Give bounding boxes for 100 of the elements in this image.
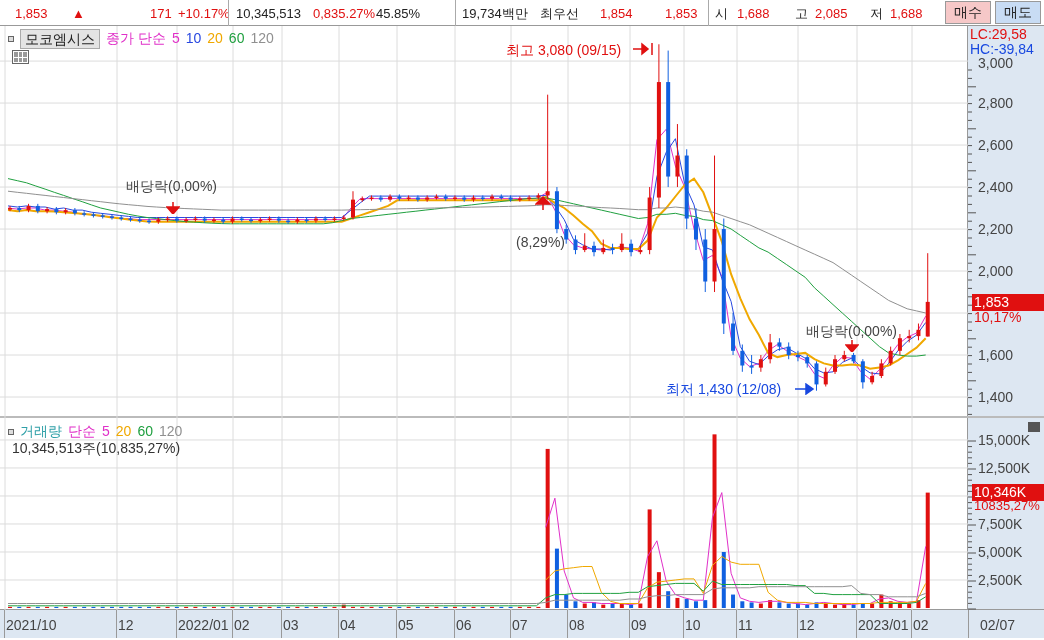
candlestick [545,94,550,201]
legend-toggle-icon[interactable] [8,35,14,42]
volume-tag: 10,346K [972,484,1044,501]
axis-label: 15,000K [978,431,1031,448]
legend-label: 60 [137,422,153,441]
axis-label: 2023/01 [858,616,909,635]
legend-label: 60 [228,29,245,48]
candlestick [814,360,819,392]
bar [629,604,634,608]
candlestick [619,232,624,253]
quote-value: 1,688 [890,5,923,23]
bar [573,601,578,608]
legend-label: 단순 [68,422,96,441]
bar [925,492,930,608]
candlestick [350,190,355,221]
symbol-button[interactable]: 모코엠시스 [20,28,100,49]
candlestick [833,354,838,375]
bar [721,551,726,608]
axis-label: 12,500K [978,459,1031,476]
quote-label: 45.85% [376,5,421,23]
annotation-label: 최저 1,430 (12/08) [665,380,783,399]
axis-label: 12 [118,616,134,635]
axis-label: 10 [685,616,701,635]
legend-toggle-icon[interactable] [8,428,14,435]
axis-label: 2,600 [978,137,1014,154]
candlestick [795,350,800,362]
axis-label: 2,000 [978,263,1014,279]
bar [851,604,856,608]
candlestick [8,205,12,212]
candlestick [740,344,745,373]
axis-label: 05 [398,616,414,635]
axis-label: 2022/01 [178,616,229,635]
quote-label: 최우선 [540,5,579,23]
axis-label: 02/07 [980,616,1016,635]
quote-label: 저 [870,5,883,23]
candlestick [174,215,179,224]
quote-value: +10.17% [178,5,230,23]
bar [693,601,698,608]
grid-icon[interactable] [12,50,29,64]
bar [833,604,838,608]
quote-value: ▲ [72,5,85,23]
bar [749,602,754,608]
candlestick [592,241,597,257]
candlestick [823,367,828,388]
axis-label: 06 [456,616,472,635]
change-label: 10835,27% [974,499,1040,513]
axis-label: 2,400 [978,179,1014,196]
axis-label: 2,500K [978,572,1023,588]
axis-label: 03 [283,616,299,635]
candlestick [629,239,634,257]
candlestick [415,194,420,203]
change-label: 10,17% [974,310,1022,325]
axis-label: 09 [631,616,647,635]
candlestick [573,234,578,255]
sell-button[interactable]: 매도 [995,1,1041,24]
axis-label: 02 [913,616,929,635]
axis-label: 7,500K [978,515,1023,532]
axis-label: 08 [569,616,585,635]
bar [777,602,782,608]
candlestick [758,354,763,373]
lc-value: LC:29,58 [970,26,1027,42]
bar [703,600,708,608]
volume-summary: 10,345,513주(10,835,27%) [12,439,181,458]
axis-label: 04 [340,616,356,635]
bar [666,591,671,608]
candlestick [45,206,50,214]
axis-label: 2,200 [978,221,1014,238]
legend-label: 10 [185,29,202,48]
axis-label: 07 [512,616,528,635]
quote-value: 1,853 [665,5,698,23]
bar [731,594,736,608]
arrow-right-icon [795,383,815,395]
bar [647,509,652,608]
quote-value: 1,853 [15,5,48,23]
quote-value: 0,835.27% [313,5,376,23]
annotation-label: 배당락(0,00%) [125,177,219,196]
candlestick [768,333,773,364]
quote-value: 171 [150,5,172,23]
legend-label: 종가 단순 [106,29,166,48]
axis-label: 3,000 [978,55,1014,72]
candlestick [870,371,875,385]
legend-label: 120 [250,29,274,48]
bar [684,599,689,608]
axis-label: 2,800 [978,95,1014,112]
candlestick [582,232,587,253]
axis-label: 5,000K [978,544,1023,560]
annotation-label: (8,29%) [515,233,567,252]
quote-label: 10,345,513 [236,5,302,23]
candlestick [388,193,393,203]
bar [545,448,550,608]
axis-label: 11 [738,616,753,635]
axis-label: 12 [799,616,815,635]
candlestick [313,215,318,224]
bar [675,597,680,608]
bar [601,604,606,608]
buy-button[interactable]: 매수 [945,1,991,24]
legend-label: 120 [158,422,183,441]
hc-value: HC:-39,84 [970,41,1034,57]
legend-label: 거래량 [20,422,62,441]
candlestick [860,358,865,390]
